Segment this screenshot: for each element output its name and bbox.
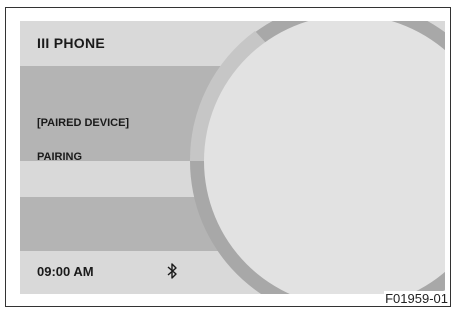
figure-reference: F01959-01 [384,291,449,306]
phone-screen: III PHONE [PAIRED DEVICE] PAIRING 09:00 … [20,21,445,294]
control-dial[interactable] [20,21,445,294]
